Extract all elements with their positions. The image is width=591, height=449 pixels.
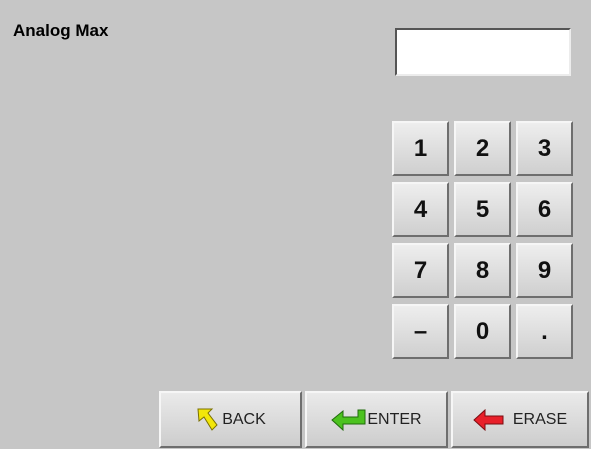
back-button[interactable]: BACK	[159, 391, 302, 448]
key-2[interactable]: 2	[454, 121, 511, 176]
page-title: Analog Max	[13, 21, 109, 40]
key-6[interactable]: 6	[516, 182, 573, 237]
back-arrow-icon	[195, 407, 219, 433]
key-1[interactable]: 1	[392, 121, 449, 176]
key-decimal[interactable]: .	[516, 304, 573, 359]
value-display[interactable]	[395, 28, 571, 76]
enter-button[interactable]: ENTER	[305, 391, 448, 448]
key-3[interactable]: 3	[516, 121, 573, 176]
erase-button[interactable]: ERASE	[451, 391, 589, 448]
back-label: BACK	[222, 410, 266, 428]
enter-arrow-icon	[331, 409, 367, 431]
numeric-keypad: 1 2 3 4 5 6 7 8 9 – 0 .	[392, 121, 578, 364]
key-5[interactable]: 5	[454, 182, 511, 237]
erase-arrow-icon	[473, 408, 505, 431]
key-4[interactable]: 4	[392, 182, 449, 237]
key-9[interactable]: 9	[516, 243, 573, 298]
key-minus[interactable]: –	[392, 304, 449, 359]
key-7[interactable]: 7	[392, 243, 449, 298]
erase-label: ERASE	[512, 410, 568, 428]
enter-label: ENTER	[367, 410, 422, 428]
key-8[interactable]: 8	[454, 243, 511, 298]
key-0[interactable]: 0	[454, 304, 511, 359]
action-bar: BACK ENTER ERASE	[0, 389, 591, 449]
